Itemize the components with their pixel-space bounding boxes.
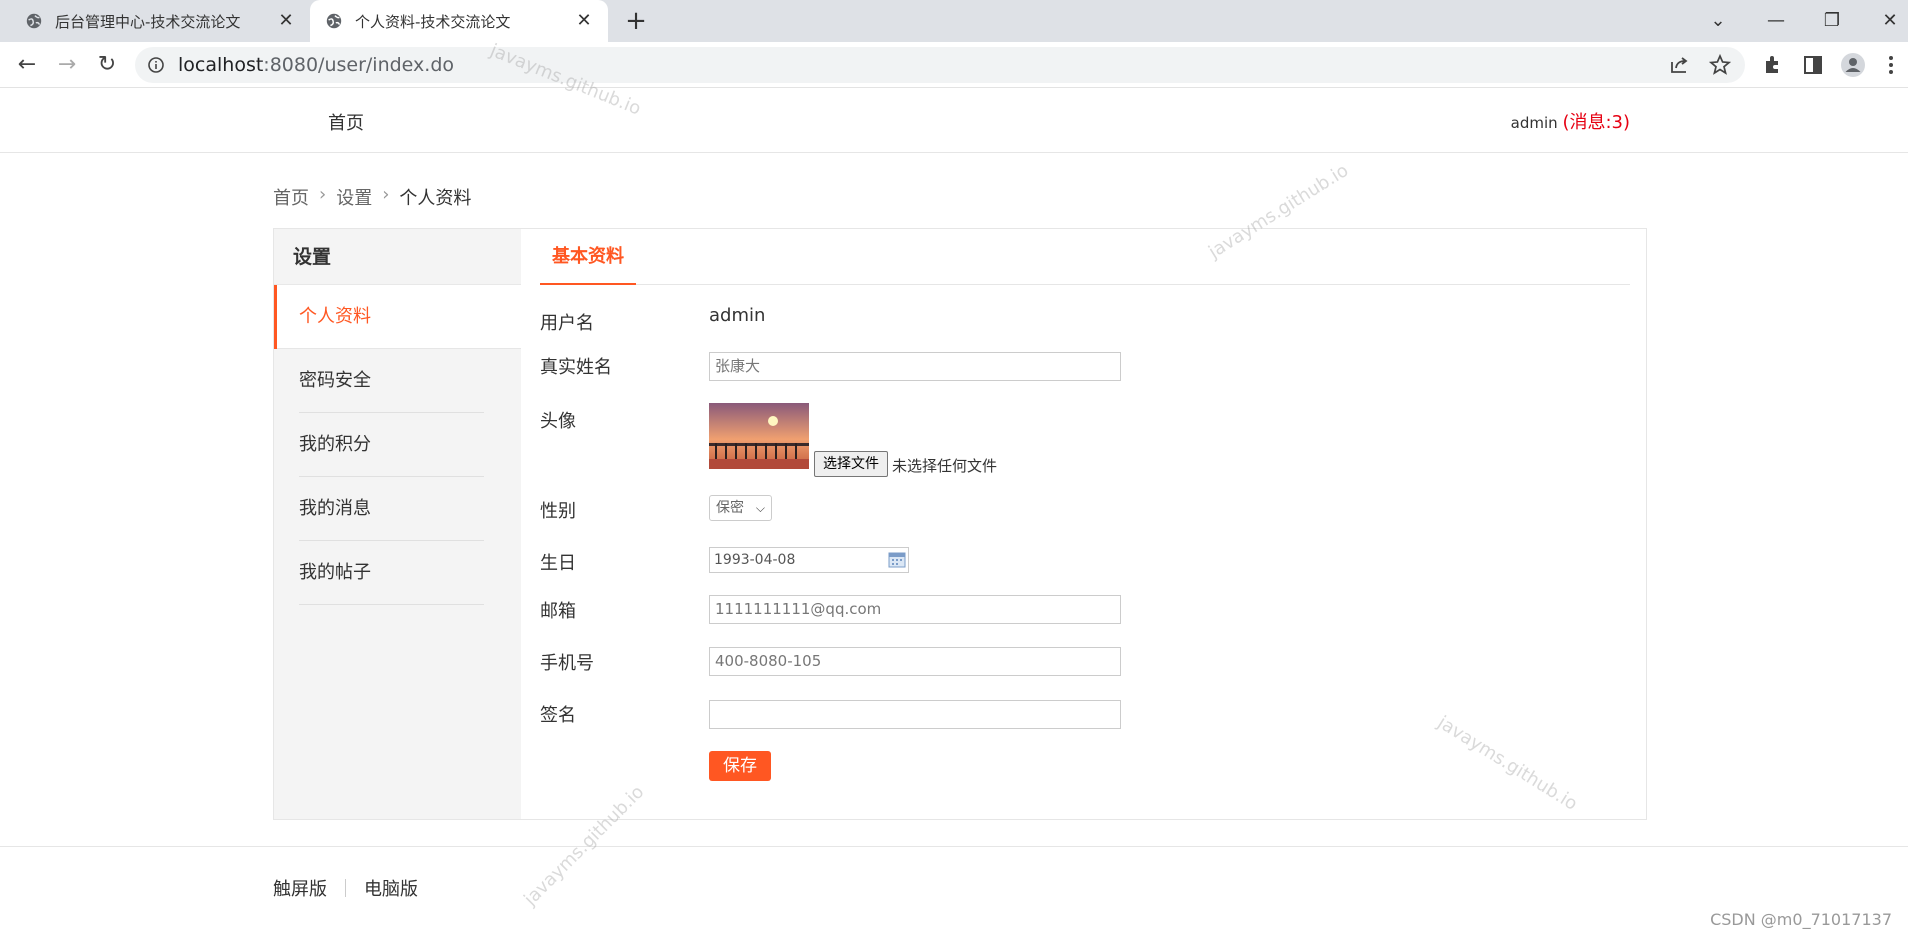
tab-title: 个人资料-技术交流论文 (355, 12, 511, 31)
form-row-username: 用户名 admin (540, 305, 1540, 339)
breadcrumb-home[interactable]: 首页 (273, 184, 309, 210)
footer-link-desktop[interactable]: 电脑版 (364, 875, 418, 901)
save-button[interactable]: 保存 (709, 751, 771, 781)
browser-tab-admin[interactable]: 后台管理中心-技术交流论文 ✕ (0, 0, 310, 42)
sidebar-item-password[interactable]: 密码安全 (274, 349, 521, 413)
sidebar-item-messages[interactable]: 我的消息 (274, 477, 521, 541)
footer-links: 触屏版 电脑版 (273, 875, 418, 901)
browser-tab-profile[interactable]: 个人资料-技术交流论文 ✕ (310, 0, 608, 42)
globe-icon (326, 13, 342, 29)
gender-select[interactable]: 保密 ⌵ (709, 495, 772, 521)
email-label: 邮箱 (540, 601, 576, 622)
url-path: :8080/user/index.do (263, 54, 455, 76)
globe-icon (26, 13, 42, 29)
tab-search-icon[interactable]: ⌄ (1698, 6, 1738, 36)
sidebar-item-posts[interactable]: 我的帖子 (274, 541, 521, 605)
avatar-label: 头像 (540, 411, 576, 432)
realname-input[interactable]: 张康大 (709, 352, 1121, 381)
sidebar-title: 设置 (274, 229, 521, 285)
new-tab-icon[interactable]: + (622, 8, 650, 36)
messages-link[interactable]: (消息:3) (1562, 112, 1630, 133)
birthday-label: 生日 (540, 553, 576, 574)
breadcrumb-settings[interactable]: 设置 (336, 184, 372, 210)
side-panel-icon[interactable] (1800, 52, 1826, 78)
url-host: localhost (178, 54, 264, 76)
url-field[interactable]: localhost:8080/user/index.do (135, 47, 1745, 83)
signature-input[interactable] (709, 700, 1121, 729)
back-icon[interactable]: ← (12, 50, 42, 80)
close-tab-icon[interactable]: ✕ (574, 11, 594, 31)
site-header: 首页 admin (消息:3) (0, 88, 1908, 153)
breadcrumb-current: 个人资料 (399, 188, 472, 209)
form-row-email: 邮箱 1111111111@qq.com (540, 595, 1540, 627)
tab-title: 后台管理中心-技术交流论文 (55, 12, 241, 31)
info-icon[interactable] (147, 56, 165, 74)
profile-content: 基本资料 用户名 admin 真实姓名 张康大 头像 选择文件 未选择任何文件 (540, 229, 1630, 781)
sidebar-item-points[interactable]: 我的积分 (274, 413, 521, 477)
username-link[interactable]: admin (1511, 114, 1558, 132)
address-bar: ← → ↻ localhost:8080/user/index.do (0, 42, 1908, 88)
close-tab-icon[interactable]: ✕ (276, 11, 296, 31)
extensions-icon[interactable] (1760, 52, 1786, 78)
breadcrumb: 首页 › 设置 › 个人资料 (273, 184, 471, 210)
tab-header: 基本资料 (540, 229, 1630, 285)
signature-label: 签名 (540, 705, 576, 726)
restore-icon[interactable]: ❐ (1812, 6, 1852, 36)
form-row-phone: 手机号 400-8080-105 (540, 647, 1540, 679)
birthday-value: 1993-04-08 (714, 552, 796, 568)
reload-icon[interactable]: ↻ (92, 50, 122, 80)
minimize-icon[interactable]: — (1756, 6, 1796, 36)
calendar-icon[interactable] (888, 551, 906, 569)
gender-label: 性别 (540, 501, 576, 522)
email-input[interactable]: 1111111111@qq.com (709, 595, 1121, 624)
gender-value: 保密 (716, 500, 744, 516)
choose-file-button[interactable]: 选择文件 (814, 451, 888, 477)
form-row-signature: 签名 (540, 700, 1540, 731)
form-row-avatar: 头像 选择文件 未选择任何文件 (540, 403, 1540, 483)
avatar-image (709, 403, 809, 469)
birthday-input[interactable]: 1993-04-08 (709, 547, 909, 573)
chevron-down-icon: ⌵ (755, 501, 765, 515)
file-status-text: 未选择任何文件 (892, 457, 998, 475)
form-row-gender: 性别 保密 ⌵ (540, 495, 1540, 527)
settings-sidebar: 设置 个人资料 密码安全 我的积分 我的消息 我的帖子 (274, 229, 521, 819)
close-window-icon[interactable]: ✕ (1870, 6, 1908, 36)
footer-link-touch[interactable]: 触屏版 (273, 875, 327, 901)
tab-basic-info[interactable]: 基本资料 (540, 229, 636, 285)
menu-kebab-icon[interactable] (1878, 52, 1904, 78)
footer-divider (345, 879, 346, 897)
forward-icon[interactable]: → (52, 50, 82, 80)
browser-tab-bar: 后台管理中心-技术交流论文 ✕ 个人资料-技术交流论文 ✕ + ⌄ — ❐ ✕ (0, 0, 1908, 42)
username-value: admin (709, 305, 766, 326)
breadcrumb-separator: › (319, 184, 327, 205)
bookmark-star-icon[interactable] (1707, 52, 1733, 78)
sidebar-item-profile[interactable]: 个人资料 (274, 285, 521, 349)
csdn-credit: CSDN @m0_71017137 (1710, 910, 1892, 929)
phone-input[interactable]: 400-8080-105 (709, 647, 1121, 676)
form-row-birthday: 生日 1993-04-08 (540, 547, 1540, 579)
user-info: admin (消息:3) (1511, 108, 1630, 134)
profile-icon[interactable] (1840, 52, 1866, 78)
site-footer: 触屏版 电脑版 (0, 846, 1908, 940)
username-label: 用户名 (540, 313, 594, 334)
form-row-realname: 真实姓名 张康大 (540, 352, 1540, 383)
realname-label: 真实姓名 (540, 357, 612, 378)
phone-label: 手机号 (540, 653, 594, 674)
share-icon[interactable] (1667, 52, 1693, 78)
nav-home-link[interactable]: 首页 (328, 109, 364, 135)
breadcrumb-separator: › (382, 184, 390, 205)
